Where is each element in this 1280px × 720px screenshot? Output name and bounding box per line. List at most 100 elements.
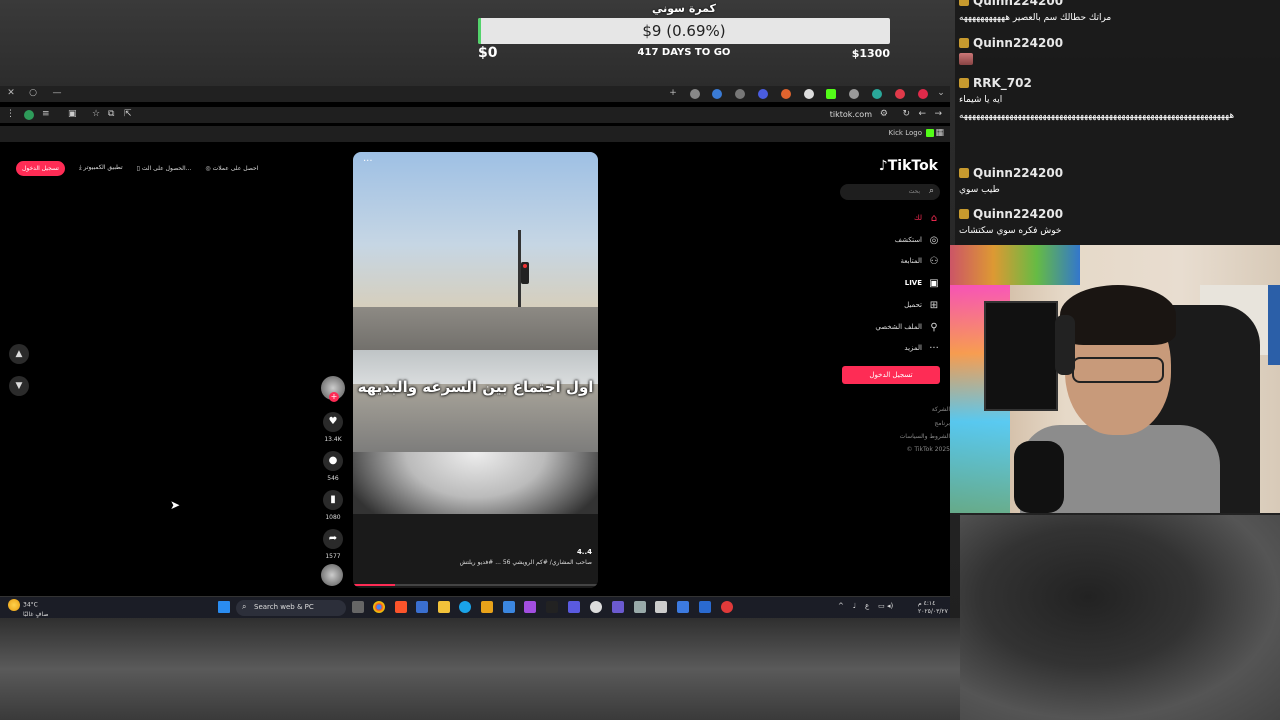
nav-live[interactable]: LIVE ▣ xyxy=(905,275,940,291)
app-icon[interactable] xyxy=(416,601,428,613)
heart-icon[interactable]: ♥ xyxy=(323,412,343,432)
get-coins-link[interactable]: ◎ احصل على عملات xyxy=(205,165,258,172)
weather-widget[interactable]: 34°C صافٍ غالبًا xyxy=(8,599,48,619)
brave-icon[interactable] xyxy=(395,601,407,613)
volume-icon[interactable]: ◂) xyxy=(887,602,893,610)
app-icon[interactable] xyxy=(655,601,667,613)
network-icon[interactable]: ▭ xyxy=(878,602,885,610)
file-explorer-icon[interactable] xyxy=(438,601,450,613)
kick-icon[interactable] xyxy=(826,89,836,99)
app-icon[interactable] xyxy=(699,601,711,613)
sidebar-icon[interactable]: ▣ xyxy=(68,109,77,119)
chevron-up-icon[interactable]: ▲ xyxy=(9,344,29,364)
settings-icon[interactable] xyxy=(590,601,602,613)
chat-username[interactable]: Quinn224200 xyxy=(973,166,1063,180)
nav-upload[interactable]: تحميل ⊞ xyxy=(904,297,940,313)
chevron-down-icon[interactable]: ⌄ xyxy=(934,88,948,98)
address-bar[interactable]: tiktok.com xyxy=(830,110,872,119)
chat-username[interactable]: Quinn224200 xyxy=(973,0,1063,8)
video-author[interactable]: 4..4 xyxy=(577,548,592,556)
footer-program[interactable]: برنامج xyxy=(934,420,950,427)
reload-icon[interactable]: ○ xyxy=(26,88,40,98)
nav-profile[interactable]: الملف الشخصي ⚲ xyxy=(875,319,940,335)
share-arrow-icon[interactable]: ➦ xyxy=(323,529,343,549)
minimize-icon[interactable]: — xyxy=(50,88,64,98)
menu-icon[interactable]: ⋮ xyxy=(6,109,15,119)
tiktok-logo[interactable]: ♪TikTok xyxy=(879,158,938,174)
footer-company[interactable]: الشركة xyxy=(932,406,950,413)
compass-icon: ◎ xyxy=(929,234,939,246)
nav-explore[interactable]: استكشف ◎ xyxy=(895,232,940,248)
app-icon[interactable] xyxy=(481,601,493,613)
chat-username[interactable]: Quinn224200 xyxy=(973,36,1063,50)
login-pill-button[interactable]: تسجيل الدخول xyxy=(16,160,65,176)
app-icon[interactable] xyxy=(634,601,646,613)
share-icon[interactable]: ⇱ xyxy=(124,109,132,119)
goal-bar: $9 (0.69%) xyxy=(478,18,890,44)
extension-icon[interactable] xyxy=(781,89,791,99)
start-button[interactable] xyxy=(218,601,230,613)
live-icon: ▣ xyxy=(929,277,939,289)
app-icon[interactable] xyxy=(612,601,624,613)
app-icon[interactable] xyxy=(568,601,580,613)
get-app-link[interactable]: ▯ الحصول على الت... xyxy=(137,165,192,172)
extension-icon[interactable] xyxy=(690,89,700,99)
apps-icon[interactable]: ▦ xyxy=(935,128,944,138)
tune-icon[interactable]: ⚙ xyxy=(880,109,888,119)
edge-icon[interactable] xyxy=(459,601,471,613)
sub-badge-icon xyxy=(959,38,969,48)
taskbar-search[interactable]: ⌕ Search web & PC xyxy=(236,600,346,616)
footer-terms[interactable]: الشروط والسياسات xyxy=(900,433,950,440)
music-disc-icon[interactable] xyxy=(321,564,343,586)
taskbar-clock[interactable]: ٤:١٤ م ٢٠٢٥/٠٣/٢٧ xyxy=(918,600,948,616)
app-icon[interactable] xyxy=(721,601,733,613)
video-description: صاحب المشاري/ #كم الرويشي 56 ... #فديو ر… xyxy=(459,559,592,566)
star-icon[interactable]: ☆ xyxy=(92,109,100,119)
author-avatar[interactable]: + xyxy=(321,376,345,402)
back-icon[interactable]: ← xyxy=(918,109,926,119)
app-icon[interactable] xyxy=(546,601,558,613)
extension-icon[interactable] xyxy=(758,89,768,99)
chat-username[interactable]: RRK_702 xyxy=(973,76,1032,90)
chevron-down-icon[interactable]: ▼ xyxy=(9,376,29,396)
chrome-icon[interactable] xyxy=(373,601,385,613)
chat-username[interactable]: Quinn224200 xyxy=(973,207,1063,221)
extension-icon[interactable] xyxy=(895,89,905,99)
extension-icon[interactable] xyxy=(712,89,722,99)
extension-icon[interactable] xyxy=(849,89,859,99)
extensions-icon[interactable]: ≡ xyxy=(42,109,50,119)
bookmark-kick[interactable]: Kick Logo xyxy=(889,129,922,137)
app-icon[interactable] xyxy=(524,601,536,613)
task-view-icon[interactable] xyxy=(352,601,364,613)
extension-icon[interactable] xyxy=(918,89,928,99)
extension-icon[interactable] xyxy=(804,89,814,99)
forward-icon[interactable]: → xyxy=(934,109,942,119)
more-icon[interactable]: ··· xyxy=(363,156,373,167)
nav-more[interactable]: المزيد ··· xyxy=(904,340,940,356)
video-progress[interactable] xyxy=(353,584,598,586)
store-icon[interactable] xyxy=(503,601,515,613)
video-player[interactable]: ··· اول اجتماع بين السرعه والبديهه 4..4 … xyxy=(353,152,598,588)
follow-plus-icon[interactable]: + xyxy=(329,392,339,402)
search-input[interactable]: بحث ⌕ xyxy=(840,184,940,200)
system-tray[interactable]: ^ ♩ ع ▭ ◂) xyxy=(838,602,893,610)
nav-for-you[interactable]: لك ⌂ xyxy=(914,210,940,226)
desktop-app-link[interactable]: ⤓ تطبيق الكمبيوتر xyxy=(79,164,123,172)
video-progress-fill xyxy=(353,584,395,586)
close-icon[interactable]: ✕ xyxy=(4,88,18,98)
language-indicator[interactable]: ع xyxy=(865,602,869,610)
chevron-up-icon[interactable]: ^ xyxy=(838,602,844,610)
profile-icon[interactable] xyxy=(24,110,34,120)
login-button[interactable]: تسجيل الدخول xyxy=(842,366,940,384)
mic-icon[interactable]: ♩ xyxy=(853,602,856,610)
extension-icon[interactable] xyxy=(872,89,882,99)
comment-icon[interactable]: ● xyxy=(323,451,343,471)
streamer-glasses xyxy=(1072,357,1164,383)
refresh-icon[interactable]: ↻ xyxy=(902,109,910,119)
extension-icon[interactable] xyxy=(735,89,745,99)
new-tab-icon[interactable]: + xyxy=(666,88,680,98)
tabs-icon[interactable]: ⧉ xyxy=(108,109,114,119)
app-icon[interactable] xyxy=(677,601,689,613)
nav-following[interactable]: المتابعة ⚇ xyxy=(901,253,940,269)
bookmark-icon[interactable]: ▮ xyxy=(323,490,343,510)
